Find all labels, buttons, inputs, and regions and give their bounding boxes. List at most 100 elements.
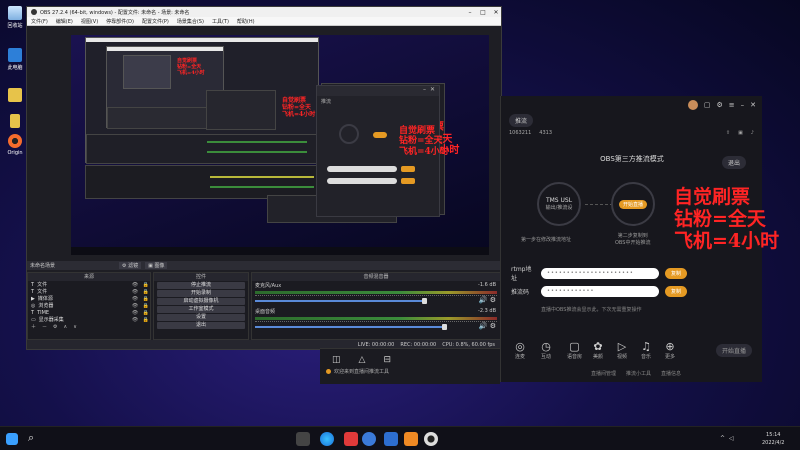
tool-tab[interactable]: 推流 xyxy=(509,114,534,127)
menu-icon[interactable]: ≡ xyxy=(729,101,735,109)
source-item[interactable]: T TIME 👁 🔒 xyxy=(28,309,150,316)
eye-icon[interactable]: 👁 xyxy=(131,289,139,295)
close-icon[interactable]: ✕ xyxy=(430,86,435,96)
desktop-icon-recycle-bin[interactable]: 回收站 xyxy=(3,6,27,29)
maximize-button[interactable]: □ xyxy=(478,9,488,16)
speaker-icon[interactable]: 🔊 xyxy=(479,296,488,304)
footer-link[interactable]: 推流小工具 xyxy=(626,370,651,377)
up-icon[interactable]: ∧ xyxy=(64,324,68,330)
lock-icon[interactable]: 🔒 xyxy=(142,289,150,295)
step2-start-button[interactable]: 开始直播 xyxy=(619,200,648,209)
desktop-icon-folder[interactable] xyxy=(3,88,27,104)
copy-rtmp-button[interactable]: 复制 xyxy=(665,267,688,279)
remove-icon[interactable]: － xyxy=(42,323,47,330)
minimize-icon[interactable]: – xyxy=(423,86,426,96)
lock-icon[interactable]: 🔒 xyxy=(142,303,150,309)
gear-icon[interactable]: ⚙ xyxy=(490,322,496,330)
volume-meter xyxy=(255,291,497,294)
menu-file[interactable]: 文件(F) xyxy=(31,18,48,25)
settings-button[interactable]: 设置 xyxy=(157,314,245,321)
eye-icon[interactable]: 👁 xyxy=(131,310,139,316)
volume-slider[interactable] xyxy=(255,324,447,330)
rtmp-input[interactable]: •••••••••••••••••••••• xyxy=(541,267,659,279)
tool-lianmai[interactable]: ◎ 连麦 xyxy=(515,340,525,360)
settings-icon[interactable]: ⚙ xyxy=(716,101,722,109)
source-item[interactable]: T 文件 👁 🔒 xyxy=(28,281,150,289)
app-red-icon[interactable] xyxy=(344,432,358,446)
stop-streaming-button[interactable]: 停止推流 xyxy=(157,282,245,289)
filters-button[interactable]: ⚙ 滤镜 xyxy=(119,262,142,269)
source-item[interactable]: T 文件 👁 🔒 xyxy=(28,288,150,296)
eye-icon[interactable]: 👁 xyxy=(131,282,139,288)
menu-view[interactable]: 视图(V) xyxy=(81,18,98,25)
app-blue-icon[interactable] xyxy=(384,432,398,446)
notice-line3: 飞机=4小时 xyxy=(674,229,780,252)
tool-more[interactable]: ⊕ 更多 xyxy=(665,340,675,360)
source-item[interactable]: ▶ 媒体源 👁 🔒 xyxy=(28,295,150,303)
tool-video[interactable]: ▷ 视频 xyxy=(617,340,627,360)
app-orange-icon[interactable] xyxy=(404,432,418,446)
info-icon xyxy=(326,369,331,374)
speaker-icon[interactable]: 🔊 xyxy=(479,322,488,330)
close-icon[interactable]: ✕ xyxy=(750,101,756,109)
lock-icon[interactable]: 🔒 xyxy=(142,310,150,316)
desktop-icon-origin[interactable]: Origin xyxy=(3,134,27,156)
virtual-camera-button[interactable]: 启动虚拟摄像机 xyxy=(157,298,245,305)
car-icon[interactable]: ⊟ xyxy=(383,355,391,365)
edge-icon[interactable] xyxy=(320,432,334,446)
start-live-button[interactable]: 开始直播 xyxy=(715,344,752,357)
minimize-icon[interactable]: – xyxy=(741,101,745,109)
menu-scene-collection[interactable]: 场景集合(S) xyxy=(177,18,204,25)
menu-docks[interactable]: 停靠部件(D) xyxy=(106,18,134,25)
lock-icon[interactable]: 🔒 xyxy=(142,296,150,302)
tool-beauty[interactable]: ✿ 美颜 xyxy=(593,340,603,360)
eye-icon[interactable]: 👁 xyxy=(131,296,139,302)
eye-icon[interactable]: 👁 xyxy=(131,303,139,309)
image-button[interactable]: ▣ 图像 xyxy=(145,262,168,269)
bell-icon[interactable]: ♪ xyxy=(751,130,754,136)
tool-interact[interactable]: ◷ 互动 xyxy=(541,340,551,360)
menu-tools[interactable]: 工具(T) xyxy=(212,18,229,25)
key-input[interactable]: •••••••••••• xyxy=(541,286,659,297)
speaker-icon[interactable]: ◁ xyxy=(729,435,734,442)
avatar[interactable] xyxy=(687,100,698,110)
window-icon[interactable]: ▢ xyxy=(704,101,711,109)
taskview-icon[interactable] xyxy=(296,432,310,446)
chevron-up-icon[interactable]: ^ xyxy=(720,435,725,442)
gear-icon[interactable]: ⚙ xyxy=(490,296,496,304)
lock-icon[interactable]: 🔒 xyxy=(142,317,150,323)
down-icon[interactable]: ∨ xyxy=(73,324,77,330)
desktop-icon-computer[interactable]: 此电脑 xyxy=(3,48,27,71)
source-item[interactable]: ▭ 显示器采集 👁 🔒 xyxy=(28,316,150,324)
bag-icon[interactable]: ▣ xyxy=(738,130,743,136)
start-recording-button[interactable]: 开始录制 xyxy=(157,290,245,297)
clock[interactable]: 15:14 2022/4/2 xyxy=(762,431,784,447)
triangle-icon[interactable]: △ xyxy=(359,355,366,365)
exit-mode-button[interactable]: 退出 xyxy=(721,156,746,169)
desktop-icon-app[interactable] xyxy=(3,114,27,130)
tool-music[interactable]: ♫ 音乐 xyxy=(641,340,651,360)
studio-mode-button[interactable]: 工作室模式 xyxy=(157,306,245,313)
obs-taskbar-icon[interactable] xyxy=(424,432,438,446)
windows-start-icon[interactable] xyxy=(6,433,18,445)
camera-icon[interactable]: ◫ xyxy=(332,355,341,365)
eye-icon[interactable]: 👁 xyxy=(131,317,139,323)
add-icon[interactable]: ＋ xyxy=(31,323,36,330)
tool-voice[interactable]: ▢ 语音房 xyxy=(567,340,582,360)
search-icon[interactable]: ⌕ xyxy=(28,431,34,445)
menu-profile[interactable]: 配置文件(P) xyxy=(142,18,169,25)
copy-key-button[interactable]: 复制 xyxy=(665,286,688,297)
gear-icon[interactable]: ⚙ xyxy=(53,324,57,330)
close-button[interactable]: ✕ xyxy=(491,9,501,16)
lock-icon[interactable]: 🔒 xyxy=(142,282,150,288)
volume-slider[interactable] xyxy=(255,298,428,304)
menu-help[interactable]: 帮助(H) xyxy=(237,18,255,25)
exit-button[interactable]: 退出 xyxy=(157,322,245,329)
footer-link[interactable]: 直播间管理 xyxy=(591,370,616,377)
share-icon[interactable]: ⇪ xyxy=(726,130,730,136)
menu-edit[interactable]: 编辑(E) xyxy=(56,18,73,25)
minimize-button[interactable]: – xyxy=(465,9,475,16)
footer-link[interactable]: 直播信息 xyxy=(661,370,681,377)
app-chat-icon[interactable] xyxy=(362,432,376,446)
source-item[interactable]: ◎ 浏览器 👁 🔒 xyxy=(28,302,150,310)
